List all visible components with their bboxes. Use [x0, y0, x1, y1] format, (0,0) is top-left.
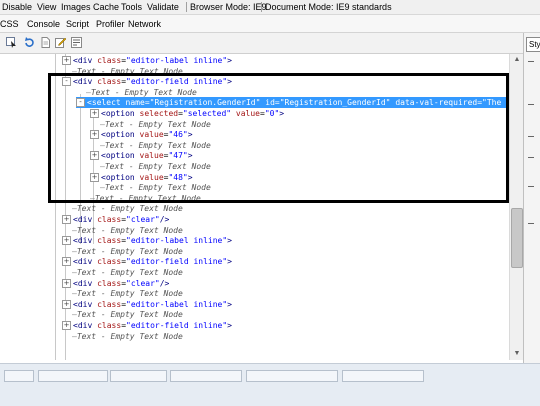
- menu-disable[interactable]: Disable: [2, 2, 32, 12]
- taskbar-button[interactable]: [110, 370, 167, 382]
- text-node-label: Text - Empty Text Node: [76, 310, 183, 320]
- tab-profiler[interactable]: Profiler: [96, 19, 125, 29]
- attribute-value: "clear": [126, 215, 160, 224]
- taskbar-button[interactable]: [38, 370, 108, 382]
- style-panel-dash: [528, 223, 534, 224]
- attribute-name: class: [97, 299, 122, 309]
- text-node-label: Text - Empty Text Node: [76, 204, 183, 214]
- text-node-label: Text - Empty Text Node: [76, 331, 183, 341]
- tab-css[interactable]: CSS: [0, 19, 19, 29]
- style-panel-dash: [528, 104, 534, 105]
- attribute-name: class: [97, 215, 122, 224]
- element-node-row[interactable]: + <div class="clear"/>: [62, 278, 169, 289]
- tag-name: <div: [73, 299, 93, 309]
- taskbar-button[interactable]: [170, 370, 242, 382]
- expand-icon[interactable]: +: [62, 236, 71, 246]
- menu-document-mode[interactable]: Document Mode: IE9 standards: [265, 2, 392, 12]
- text-node-row[interactable]: —Text - Empty Text Node: [72, 267, 183, 278]
- tag-close: >: [227, 56, 232, 65]
- element-node-row[interactable]: + <div class="editor-label inline">: [62, 299, 232, 310]
- style-tab[interactable]: Sty: [526, 37, 540, 52]
- tag-close: >: [227, 236, 232, 246]
- tag-name: <div: [73, 321, 93, 330]
- tab-script[interactable]: Script: [66, 19, 89, 29]
- attribute-name: class: [97, 278, 122, 288]
- attribute-value: "editor-field inline": [126, 321, 228, 330]
- tag-name: <div: [73, 215, 93, 224]
- text-node-label: Text - Empty Text Node: [76, 246, 183, 256]
- word-wrap-icon[interactable]: [71, 37, 82, 48]
- style-panel-dash: [528, 61, 534, 62]
- tag-close: >: [227, 321, 232, 330]
- menu-cache[interactable]: Cache: [93, 2, 119, 12]
- tag-name: <div: [73, 278, 93, 288]
- text-node-label: Text - Empty Text Node: [76, 289, 183, 299]
- text-node-row[interactable]: —Text - Empty Text Node: [72, 288, 183, 299]
- highlight-box: [48, 73, 509, 203]
- text-node-row[interactable]: —Text - Empty Text Node: [72, 309, 183, 320]
- vertical-scrollbar[interactable]: [509, 54, 524, 360]
- select-element-icon[interactable]: [6, 37, 17, 48]
- menu-bar: Disable View Images Cache Tools Validate…: [0, 0, 540, 15]
- tag-close: />: [159, 215, 170, 224]
- style-panel: [523, 33, 540, 363]
- style-panel-dash: [528, 186, 534, 187]
- menu-view[interactable]: View: [37, 2, 56, 12]
- element-node-row[interactable]: + <div class="editor-label inline">: [62, 55, 232, 66]
- attribute-name: class: [97, 56, 122, 65]
- taskbar-button[interactable]: [342, 370, 424, 382]
- text-node-row[interactable]: —Text - Empty Text Node: [72, 203, 183, 214]
- menu-separator: [261, 2, 262, 12]
- text-node-label: Text - Empty Text Node: [76, 268, 183, 277]
- attribute-value: "editor-label inline": [126, 56, 228, 65]
- expand-icon[interactable]: +: [62, 321, 71, 330]
- tag-name: <div: [73, 257, 93, 267]
- refresh-icon[interactable]: [24, 37, 35, 48]
- style-panel-dash: [528, 136, 534, 137]
- tab-console[interactable]: Console: [27, 19, 60, 29]
- style-panel-dash: [528, 157, 534, 158]
- text-node-label: Text - Empty Text Node: [76, 225, 183, 235]
- attribute-name: class: [97, 236, 122, 246]
- element-node-row[interactable]: + <div class="clear"/>: [62, 214, 169, 225]
- attribute-value: "clear": [126, 278, 160, 288]
- dom-toolbar: [0, 33, 540, 54]
- scroll-down-arrow-icon[interactable]: ▼: [512, 349, 522, 359]
- tag-close: />: [159, 278, 170, 288]
- taskbar: [0, 363, 540, 406]
- tag-close: >: [227, 299, 232, 309]
- tag-name: <div: [73, 236, 93, 246]
- edit-icon[interactable]: [55, 37, 66, 48]
- menu-validate[interactable]: Validate: [147, 2, 179, 12]
- attribute-name: class: [97, 321, 122, 330]
- devtools-tab-bar: CSS Console Script Profiler Network: [0, 15, 540, 33]
- expand-icon[interactable]: +: [62, 278, 71, 288]
- expand-icon[interactable]: +: [62, 299, 71, 309]
- attribute-value: "editor-label inline": [126, 299, 228, 309]
- expand-icon[interactable]: +: [62, 215, 71, 224]
- menu-tools[interactable]: Tools: [121, 2, 142, 12]
- expand-icon[interactable]: +: [62, 257, 71, 267]
- attribute-name: class: [97, 257, 122, 267]
- menu-browser-mode[interactable]: Browser Mode: IE9: [190, 2, 267, 12]
- element-node-row[interactable]: + <div class="editor-field inline">: [62, 320, 232, 331]
- expand-icon[interactable]: +: [62, 56, 71, 65]
- text-node-row[interactable]: —Text - Empty Text Node: [72, 246, 183, 257]
- document-icon[interactable]: [40, 37, 51, 48]
- attribute-value: "editor-field inline": [126, 257, 228, 267]
- menu-separator: [186, 2, 187, 12]
- tag-name: <div: [73, 56, 93, 65]
- menu-images[interactable]: Images: [61, 2, 91, 12]
- text-node-row[interactable]: —Text - Empty Text Node: [72, 225, 183, 236]
- taskbar-button[interactable]: [4, 370, 34, 382]
- element-node-row[interactable]: + <div class="editor-label inline">: [62, 235, 232, 246]
- taskbar-button[interactable]: [246, 370, 338, 382]
- tag-close: >: [227, 257, 232, 267]
- tab-network[interactable]: Network: [128, 19, 161, 29]
- text-node-row[interactable]: —Text - Empty Text Node: [72, 331, 183, 342]
- scrollbar-thumb[interactable]: [511, 208, 523, 268]
- element-node-row[interactable]: + <div class="editor-field inline">: [62, 256, 232, 267]
- attribute-value: "editor-label inline": [126, 236, 228, 246]
- scroll-up-arrow-icon[interactable]: ▲: [512, 55, 522, 65]
